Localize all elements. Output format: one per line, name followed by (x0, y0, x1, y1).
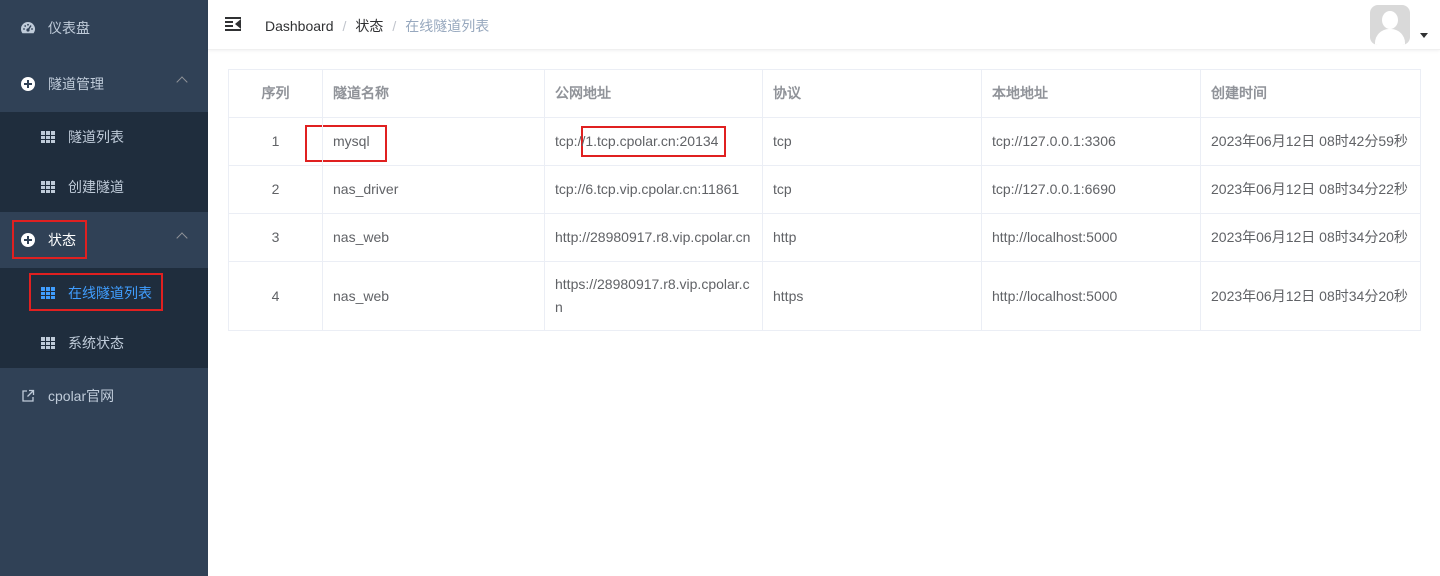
cell-local-address: http://localhost:5000 (982, 214, 1201, 262)
cell-created-time: 2023年06月12日 08时34分22秒 (1201, 166, 1421, 214)
cell-public-address: tcp://6.tcp.vip.cpolar.cn:11861 (545, 166, 763, 214)
menu-dashboard[interactable]: 仪表盘 (0, 0, 208, 56)
breadcrumb: Dashboard / 状态 / 在线隧道列表 (265, 16, 489, 36)
plus-circle-icon (20, 76, 36, 92)
submenu-tunnel-manage: 隧道列表 创建隧道 (0, 112, 208, 212)
cell-local-address: http://localhost:5000 (982, 262, 1201, 331)
menu-tunnel-list-label: 隧道列表 (68, 127, 124, 147)
menu-status-label: 状态 (48, 230, 76, 250)
sidebar: 仪表盘 隧道管理 隧道列表 创建隧道 状态 在线隧道列表 系统状态 (0, 0, 208, 576)
cell-created-time: 2023年06月12日 08时34分20秒 (1201, 262, 1421, 331)
dashboard-icon (20, 20, 36, 36)
cell-public-address: http://28980917.r8.vip.cpolar.cn (545, 214, 763, 262)
chevron-up-icon (176, 76, 187, 87)
plus-circle-icon (20, 232, 36, 248)
breadcrumb-dashboard[interactable]: Dashboard (265, 18, 334, 34)
cell-index: 4 (229, 262, 323, 331)
hamburger-icon[interactable] (225, 16, 241, 32)
menu-create-tunnel[interactable]: 创建隧道 (0, 162, 208, 212)
menu-tunnel-manage-label: 隧道管理 (48, 74, 104, 94)
cell-protocol: https (763, 262, 982, 331)
menu-website-label: cpolar官网 (48, 386, 114, 406)
menu-website[interactable]: cpolar官网 (0, 368, 208, 424)
cell-public-address: https://28980917.r8.vip.cpolar.cn (545, 262, 763, 331)
column-header: 隧道名称 (323, 70, 545, 118)
cell-name: nas_driver (323, 166, 545, 214)
column-header: 协议 (763, 70, 982, 118)
cell-local-address: tcp://127.0.0.1:3306 (982, 118, 1201, 166)
table-icon (40, 335, 56, 351)
tunnel-table: 序列 隧道名称 公网地址 协议 本地地址 创建时间 1 mysql tcp://… (228, 69, 1420, 331)
table-icon (40, 285, 56, 301)
cell-index: 1 (229, 118, 323, 166)
breadcrumb-status: 状态 (355, 16, 383, 36)
avatar[interactable] (1370, 5, 1410, 45)
cell-name: nas_web (323, 262, 545, 331)
cell-protocol: http (763, 214, 982, 262)
menu-status[interactable]: 状态 (0, 212, 208, 268)
column-header: 序列 (229, 70, 323, 118)
external-link-icon (20, 388, 36, 404)
cell-local-address: tcp://127.0.0.1:6690 (982, 166, 1201, 214)
table-row: 1 mysql tcp://1.tcp.cpolar.cn:20134 tcp … (229, 118, 1421, 166)
cell-protocol: tcp (763, 166, 982, 214)
table-header-row: 序列 隧道名称 公网地址 协议 本地地址 创建时间 (229, 70, 1421, 118)
cell-public-address: tcp://1.tcp.cpolar.cn:20134 (545, 118, 763, 166)
submenu-status: 在线隧道列表 系统状态 (0, 268, 208, 368)
column-header: 公网地址 (545, 70, 763, 118)
menu-dashboard-label: 仪表盘 (48, 18, 90, 38)
cell-name: nas_web (323, 214, 545, 262)
cell-index: 2 (229, 166, 323, 214)
menu-tunnel-manage[interactable]: 隧道管理 (0, 56, 208, 112)
chevron-up-icon (176, 232, 187, 243)
column-header: 本地地址 (982, 70, 1201, 118)
table-row: 2 nas_driver tcp://6.tcp.vip.cpolar.cn:1… (229, 166, 1421, 214)
cell-protocol: tcp (763, 118, 982, 166)
breadcrumb-separator: / (343, 18, 347, 34)
breadcrumb-current: 在线隧道列表 (405, 16, 489, 36)
navbar: Dashboard / 状态 / 在线隧道列表 (208, 0, 1440, 50)
table-icon (40, 129, 56, 145)
table-row: 3 nas_web http://28980917.r8.vip.cpolar.… (229, 214, 1421, 262)
column-header: 创建时间 (1201, 70, 1421, 118)
menu-system-status-label: 系统状态 (68, 333, 124, 353)
breadcrumb-separator: / (392, 18, 396, 34)
menu-online-tunnel-list-label: 在线隧道列表 (68, 283, 152, 303)
cell-created-time: 2023年06月12日 08时42分59秒 (1201, 118, 1421, 166)
table-icon (40, 179, 56, 195)
cell-index: 3 (229, 214, 323, 262)
table-row: 4 nas_web https://28980917.r8.vip.cpolar… (229, 262, 1421, 331)
menu-online-tunnel-list[interactable]: 在线隧道列表 (0, 268, 208, 318)
cell-name: mysql (323, 118, 545, 166)
menu-tunnel-list[interactable]: 隧道列表 (0, 112, 208, 162)
menu-create-tunnel-label: 创建隧道 (68, 177, 124, 197)
menu-system-status[interactable]: 系统状态 (0, 318, 208, 368)
caret-down-icon[interactable] (1420, 33, 1428, 38)
cell-created-time: 2023年06月12日 08时34分20秒 (1201, 214, 1421, 262)
